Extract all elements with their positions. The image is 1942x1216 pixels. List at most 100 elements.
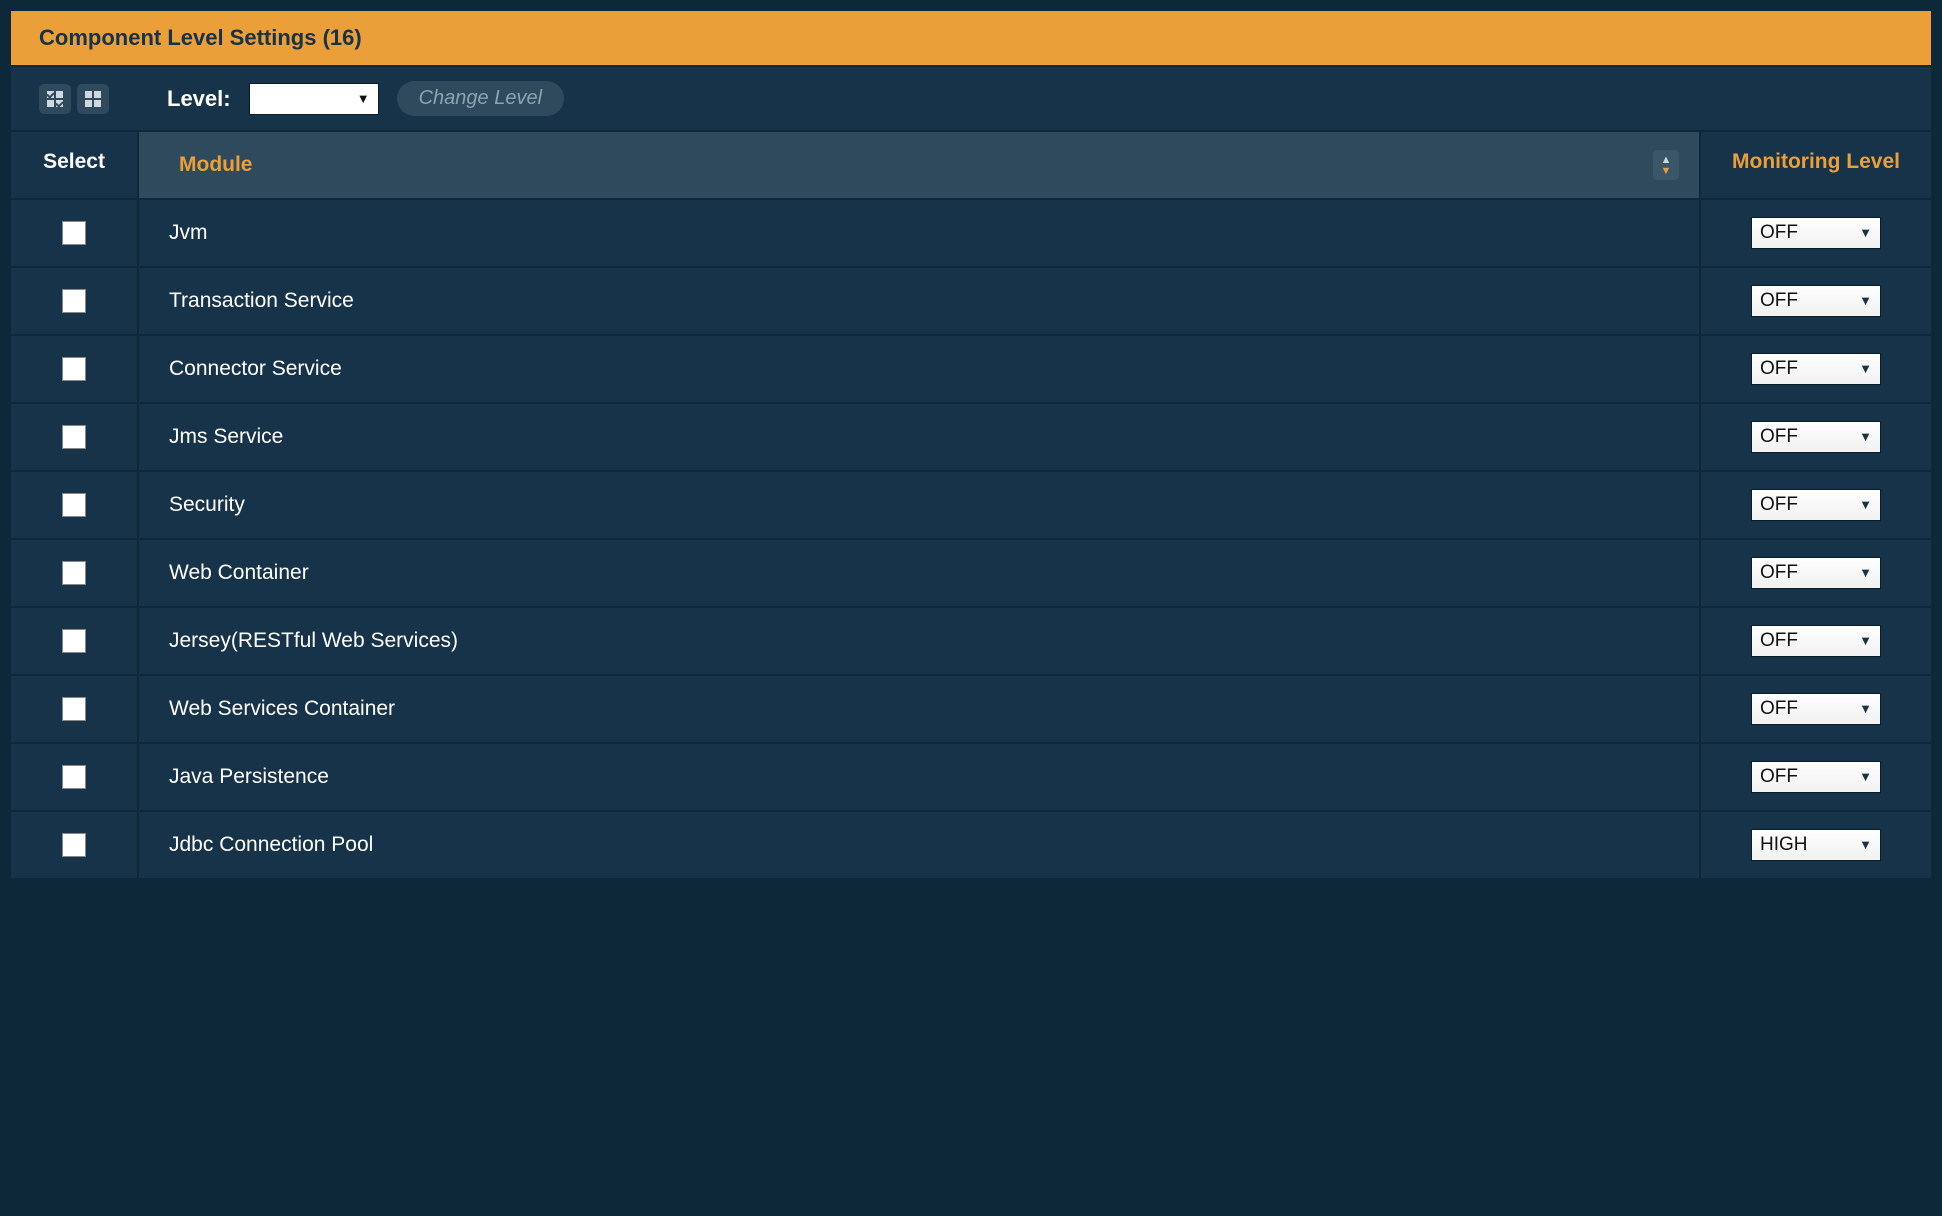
monitoring-level-value: OFF [1760, 290, 1798, 312]
view-toggle-group [39, 84, 109, 114]
row-checkbox[interactable] [62, 221, 86, 245]
column-header-row: Select Module ▲ ▼ Monitoring Level [11, 132, 1931, 200]
module-name: Jersey(RESTful Web Services) [169, 629, 458, 653]
monitoring-level-select[interactable]: OFF [1751, 285, 1881, 317]
sort-up-icon: ▲ [1661, 155, 1672, 165]
cell-module: Connector Service [139, 336, 1701, 402]
grid-icon [85, 91, 101, 107]
cell-module: Web Container [139, 540, 1701, 606]
cell-monitoring-level: OFF [1701, 404, 1931, 470]
grid-check-icon [47, 91, 63, 107]
cell-module: Jms Service [139, 404, 1701, 470]
monitoring-level-select[interactable]: HIGH [1751, 829, 1881, 861]
cell-select [11, 608, 139, 674]
row-checkbox[interactable] [62, 765, 86, 789]
cell-monitoring-level: OFF [1701, 608, 1931, 674]
cell-select [11, 744, 139, 810]
module-name: Web Services Container [169, 697, 395, 721]
monitoring-level-select[interactable]: OFF [1751, 557, 1881, 589]
select-all-button[interactable] [39, 84, 71, 114]
cell-select [11, 404, 139, 470]
toolbar: Level: Change Level [11, 67, 1931, 130]
monitoring-level-value: OFF [1760, 766, 1798, 788]
panel-title: Component Level Settings (16) [11, 11, 1931, 67]
monitoring-level-value: OFF [1760, 358, 1798, 380]
monitoring-level-select[interactable]: OFF [1751, 489, 1881, 521]
cell-monitoring-level: OFF [1701, 200, 1931, 266]
module-name: Jvm [169, 221, 208, 245]
table-row: Jvm OFF [11, 200, 1931, 268]
column-header-select: Select [11, 132, 139, 198]
cell-select [11, 540, 139, 606]
cell-monitoring-level: OFF [1701, 676, 1931, 742]
row-checkbox[interactable] [62, 493, 86, 517]
monitoring-level-value: OFF [1760, 426, 1798, 448]
table-row: Jms Service OFF [11, 404, 1931, 472]
table-row: Web Container OFF [11, 540, 1931, 608]
change-level-button[interactable]: Change Level [397, 81, 564, 116]
cell-select [11, 268, 139, 334]
row-checkbox[interactable] [62, 697, 86, 721]
cell-module: Web Services Container [139, 676, 1701, 742]
cell-module: Jdbc Connection Pool [139, 812, 1701, 878]
cell-monitoring-level: OFF [1701, 336, 1931, 402]
table-row: Jersey(RESTful Web Services) OFF [11, 608, 1931, 676]
module-name: Connector Service [169, 357, 342, 381]
deselect-all-button[interactable] [77, 84, 109, 114]
monitoring-level-value: OFF [1760, 222, 1798, 244]
monitoring-level-select[interactable]: OFF [1751, 693, 1881, 725]
table-row: Web Services Container OFF [11, 676, 1931, 744]
monitoring-level-select[interactable]: OFF [1751, 761, 1881, 793]
monitoring-level-value: OFF [1760, 562, 1798, 584]
row-checkbox[interactable] [62, 425, 86, 449]
monitoring-level-select[interactable]: OFF [1751, 217, 1881, 249]
cell-module: Java Persistence [139, 744, 1701, 810]
cell-select [11, 812, 139, 878]
cell-select [11, 336, 139, 402]
cell-monitoring-level: OFF [1701, 472, 1931, 538]
sort-down-icon: ▼ [1661, 166, 1672, 176]
cell-select [11, 676, 139, 742]
column-header-monitoring-level: Monitoring Level [1701, 132, 1931, 198]
level-label: Level: [167, 86, 231, 112]
monitoring-level-select[interactable]: OFF [1751, 353, 1881, 385]
cell-module: Transaction Service [139, 268, 1701, 334]
cell-monitoring-level: HIGH [1701, 812, 1931, 878]
cell-monitoring-level: OFF [1701, 268, 1931, 334]
monitoring-level-select[interactable]: OFF [1751, 625, 1881, 657]
row-checkbox[interactable] [62, 289, 86, 313]
monitoring-level-value: OFF [1760, 494, 1798, 516]
level-select[interactable] [249, 83, 379, 115]
row-checkbox[interactable] [62, 629, 86, 653]
module-name: Java Persistence [169, 765, 329, 789]
table-row: Transaction Service OFF [11, 268, 1931, 336]
column-header-module-label: Module [179, 153, 253, 177]
table-row: Java Persistence OFF [11, 744, 1931, 812]
table-row: Security OFF [11, 472, 1931, 540]
module-name: Web Container [169, 561, 309, 585]
monitoring-level-value: OFF [1760, 630, 1798, 652]
cell-module: Security [139, 472, 1701, 538]
module-name: Security [169, 493, 245, 517]
row-checkbox[interactable] [62, 357, 86, 381]
table-row: Connector Service OFF [11, 336, 1931, 404]
row-checkbox[interactable] [62, 561, 86, 585]
monitoring-level-value: OFF [1760, 698, 1798, 720]
monitoring-level-value: HIGH [1760, 834, 1808, 856]
cell-monitoring-level: OFF [1701, 540, 1931, 606]
column-header-module[interactable]: Module ▲ ▼ [139, 132, 1701, 198]
cell-module: Jersey(RESTful Web Services) [139, 608, 1701, 674]
settings-grid: Select Module ▲ ▼ Monitoring Level Jvm OF… [11, 130, 1931, 880]
module-name: Jms Service [169, 425, 283, 449]
cell-select [11, 200, 139, 266]
sort-toggle[interactable]: ▲ ▼ [1653, 150, 1679, 180]
table-row: Jdbc Connection Pool HIGH [11, 812, 1931, 880]
module-name: Transaction Service [169, 289, 354, 313]
module-name: Jdbc Connection Pool [169, 833, 373, 857]
row-checkbox[interactable] [62, 833, 86, 857]
component-level-settings-panel: Component Level Settings (16) Level: Cha… [11, 11, 1931, 880]
cell-monitoring-level: OFF [1701, 744, 1931, 810]
cell-module: Jvm [139, 200, 1701, 266]
monitoring-level-select[interactable]: OFF [1751, 421, 1881, 453]
cell-select [11, 472, 139, 538]
